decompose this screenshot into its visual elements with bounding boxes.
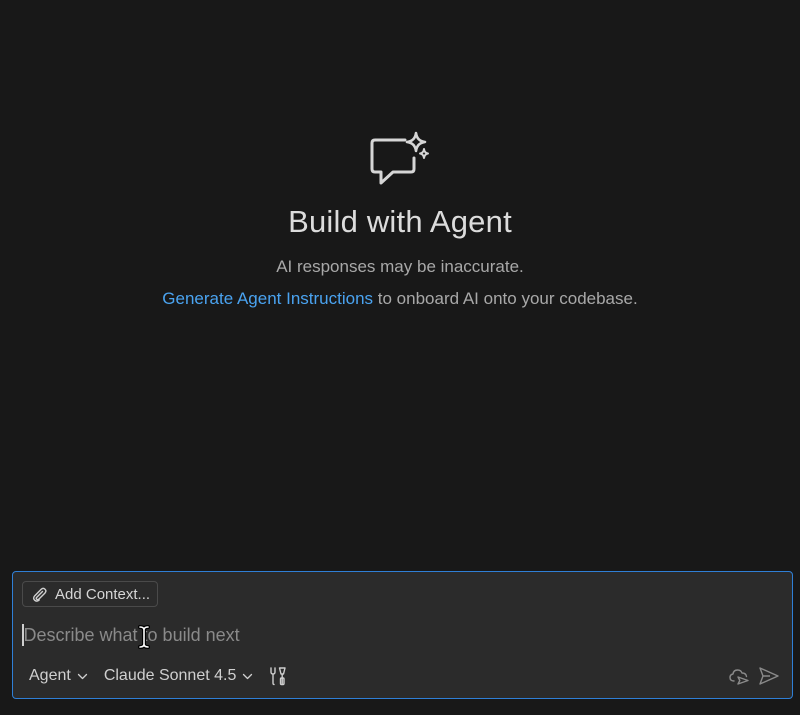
send-button[interactable] — [754, 664, 784, 688]
ibeam-cursor-icon — [138, 625, 150, 649]
chat-view: Build with Agent AI responses may be ina… — [0, 0, 800, 715]
add-context-button[interactable]: Add Context... — [22, 581, 159, 607]
model-dropdown[interactable]: Claude Sonnet 4.5 — [96, 664, 262, 688]
add-context-label: Add Context... — [55, 585, 151, 603]
delegate-to-cloud-button[interactable] — [724, 664, 754, 688]
onboard-text-rest: to onboard AI onto your codebase. — [373, 289, 638, 308]
chevron-down-icon — [243, 673, 253, 679]
ai-disclaimer: AI responses may be inaccurate. — [276, 257, 524, 276]
welcome-panel: Build with Agent AI responses may be ina… — [0, 128, 800, 309]
welcome-title: Build with Agent — [288, 204, 512, 239]
paperclip-icon — [32, 587, 47, 602]
configure-tools-button[interactable] — [265, 664, 291, 688]
prompt-row — [22, 622, 782, 648]
chat-sparkle-icon — [370, 131, 429, 185]
chevron-down-icon — [77, 673, 87, 679]
onboard-text: Generate Agent Instructions to onboard A… — [162, 289, 637, 309]
generate-instructions-link[interactable]: Generate Agent Instructions — [162, 289, 373, 308]
chat-toolbar: Agent Claude Sonnet 4.5 — [21, 664, 784, 688]
mode-label: Agent — [29, 667, 71, 684]
tools-icon — [270, 667, 287, 686]
model-label: Claude Sonnet 4.5 — [103, 667, 237, 684]
chat-input-box: Add Context... Agent Claude Sonnet 4.5 — [12, 571, 793, 699]
cloud-send-icon — [729, 669, 749, 685]
mode-dropdown[interactable]: Agent — [21, 664, 96, 688]
send-icon — [759, 667, 779, 685]
